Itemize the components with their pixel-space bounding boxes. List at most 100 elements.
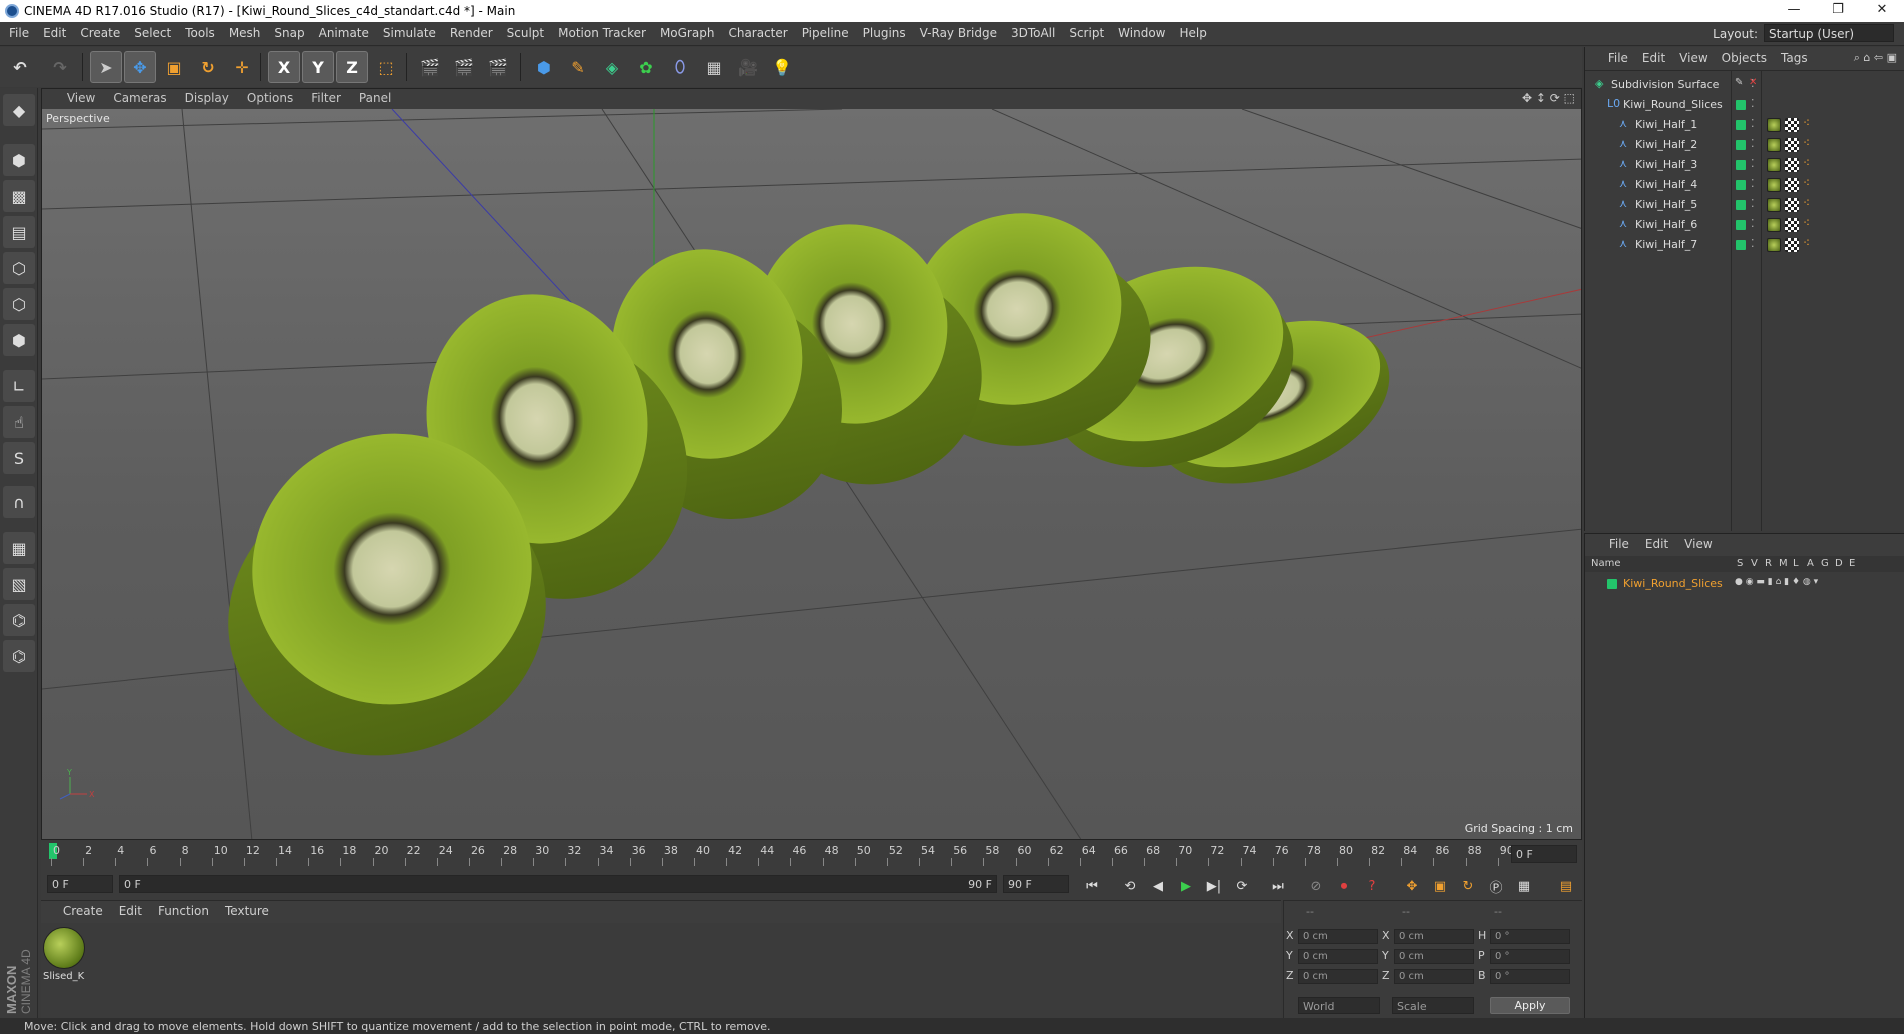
object-menu-edit[interactable]: Edit <box>1635 47 1672 65</box>
material-menu-create[interactable]: Create <box>55 901 111 918</box>
end-frame-field[interactable]: 90 F <box>1003 875 1069 893</box>
rotation-h-field[interactable]: 0 ° <box>1490 929 1570 944</box>
size-z-field[interactable]: 0 cm <box>1394 969 1474 984</box>
model-mode-icon[interactable]: ⬢ <box>3 144 35 176</box>
object-row[interactable]: ⋏ Kiwi_Half_7 ⁚ ⁖ <box>1585 235 1904 255</box>
object-menu-objects[interactable]: Objects <box>1715 47 1774 65</box>
visibility-dots-icon[interactable]: ⁚ <box>1751 177 1755 190</box>
menu-window[interactable]: Window <box>1111 22 1172 46</box>
tag-dots-icon[interactable]: ⁖ <box>1803 156 1810 170</box>
previous-key-icon[interactable]: ⟲ <box>1119 875 1141 897</box>
layer-color-icon[interactable] <box>1736 100 1746 110</box>
menu-file[interactable]: File <box>2 22 36 46</box>
x-axis-icon[interactable]: X <box>268 51 300 83</box>
layer-menu-edit[interactable]: Edit <box>1637 534 1676 551</box>
checker-tag-icon[interactable] <box>1785 218 1799 232</box>
layer-color-icon[interactable] <box>1736 140 1746 150</box>
viewport-menu-display[interactable]: Display <box>176 89 238 105</box>
menu-sculpt[interactable]: Sculpt <box>500 22 551 46</box>
layer-column-a[interactable]: A <box>1807 558 1814 569</box>
material-swatch[interactable]: Slised_K <box>43 927 87 985</box>
checker-tag-icon[interactable] <box>1785 178 1799 192</box>
layer-column-g[interactable]: G <box>1821 558 1829 569</box>
layer-color-icon[interactable] <box>1736 160 1746 170</box>
minimize-button[interactable]: — <box>1774 2 1814 20</box>
move-icon[interactable]: ✥ <box>124 51 156 83</box>
menu-snap[interactable]: Snap <box>267 22 311 46</box>
layer-column-l[interactable]: L <box>1793 558 1799 569</box>
material-tag-icon[interactable] <box>1767 238 1781 252</box>
menu-mograph[interactable]: MoGraph <box>653 22 722 46</box>
layer-color-icon[interactable] <box>1736 200 1746 210</box>
menu-animate[interactable]: Animate <box>312 22 376 46</box>
material-tag-icon[interactable] <box>1767 218 1781 232</box>
object-row[interactable]: ⋏ Kiwi_Half_2 ⁚ ⁖ <box>1585 135 1904 155</box>
polygons-mode-icon[interactable]: ⬢ <box>3 324 35 356</box>
workplane-mode-icon[interactable]: ▤ <box>3 216 35 248</box>
object-row[interactable]: ⋏ Kiwi_Half_6 ⁚ ⁖ <box>1585 215 1904 235</box>
undo-icon[interactable]: ↶ <box>4 51 36 83</box>
object-row[interactable]: L0 Kiwi_Round_Slices ⁚ <box>1585 95 1904 115</box>
key-position-icon[interactable]: ✥ <box>1401 875 1423 897</box>
render-picture-viewer-icon[interactable]: 🎬 <box>448 51 480 83</box>
floor-icon[interactable]: ▦ <box>698 51 730 83</box>
viewport-menu-filter[interactable]: Filter <box>302 89 350 105</box>
cube-icon[interactable]: ⬢ <box>528 51 560 83</box>
menu-motion-tracker[interactable]: Motion Tracker <box>551 22 653 46</box>
layer-color-icon[interactable] <box>1736 220 1746 230</box>
menu-3dtoall[interactable]: 3DToAll <box>1004 22 1062 46</box>
recent-tool-icon[interactable]: ✛ <box>226 51 258 83</box>
layer-column-s[interactable]: S <box>1737 558 1743 569</box>
points-mode-icon[interactable]: ⬡ <box>3 252 35 284</box>
visibility-dots-icon[interactable]: ⁚ <box>1751 197 1755 210</box>
menu-pipeline[interactable]: Pipeline <box>795 22 856 46</box>
object-menu-view[interactable]: View <box>1672 47 1714 65</box>
layer-color-swatch[interactable] <box>1607 579 1617 589</box>
menu-script[interactable]: Script <box>1062 22 1111 46</box>
layout-dropdown[interactable]: Startup (User) <box>1764 24 1894 42</box>
key-parameter-icon[interactable]: Ⓟ <box>1485 875 1507 897</box>
material-tag-icon[interactable] <box>1767 158 1781 172</box>
menu-edit[interactable]: Edit <box>36 22 73 46</box>
close-button[interactable]: ✕ <box>1862 2 1902 20</box>
material-menu-texture[interactable]: Texture <box>217 901 277 918</box>
frame-range-slider[interactable]: 0 F 90 F <box>119 875 997 893</box>
autokey-icon[interactable]: ? <box>1361 875 1383 897</box>
menu-v-ray-bridge[interactable]: V-Ray Bridge <box>913 22 1004 46</box>
next-key-icon[interactable]: ⟳ <box>1231 875 1253 897</box>
key-rotation-icon[interactable]: ↻ <box>1457 875 1479 897</box>
checker-tag-icon[interactable] <box>1785 118 1799 132</box>
record-disabled-icon[interactable]: ⊘ <box>1305 875 1327 897</box>
timeline-window-icon[interactable]: ▤ <box>1555 875 1577 897</box>
size-x-field[interactable]: 0 cm <box>1394 929 1474 944</box>
checker-tag-icon[interactable] <box>1785 198 1799 212</box>
tag-dots-icon[interactable]: ⁖ <box>1803 216 1810 230</box>
z-axis-icon[interactable]: Z <box>336 51 368 83</box>
subdivision-toggle-icon[interactable]: ✎ <box>1735 77 1743 88</box>
material-tag-icon[interactable] <box>1767 198 1781 212</box>
menu-mesh[interactable]: Mesh <box>222 22 268 46</box>
start-frame-field[interactable]: 0 F <box>47 875 113 893</box>
position-z-field[interactable]: 0 cm <box>1298 969 1378 984</box>
menu-select[interactable]: Select <box>127 22 178 46</box>
menu-create[interactable]: Create <box>73 22 127 46</box>
position-x-field[interactable]: 0 cm <box>1298 929 1378 944</box>
locked-workplane-icon[interactable]: ▧ <box>3 568 35 600</box>
go-to-end-icon[interactable]: ⏭ <box>1267 875 1289 897</box>
checker-tag-icon[interactable] <box>1785 158 1799 172</box>
tag-dots-icon[interactable]: ⁖ <box>1803 196 1810 210</box>
subdivision-icon[interactable]: ◈ <box>596 51 628 83</box>
tag-dots-icon[interactable]: ⁖ <box>1803 236 1810 250</box>
visibility-dots-icon[interactable]: ⁚ <box>1751 117 1755 130</box>
visibility-dots-icon[interactable]: ⁚ <box>1751 237 1755 250</box>
material-tag-icon[interactable] <box>1767 138 1781 152</box>
checker-tag-icon[interactable] <box>1785 238 1799 252</box>
previous-frame-icon[interactable]: ◀ <box>1147 875 1169 897</box>
tweak-mode-icon[interactable]: ☝ <box>3 406 35 438</box>
python-script-2-icon[interactable]: ⌬ <box>3 640 35 672</box>
rotation-b-field[interactable]: 0 ° <box>1490 969 1570 984</box>
viewport-menu-options[interactable]: Options <box>238 89 302 105</box>
layer-column-r[interactable]: R <box>1765 558 1772 569</box>
layer-color-icon[interactable] <box>1736 240 1746 250</box>
material-menu-function[interactable]: Function <box>150 901 217 918</box>
